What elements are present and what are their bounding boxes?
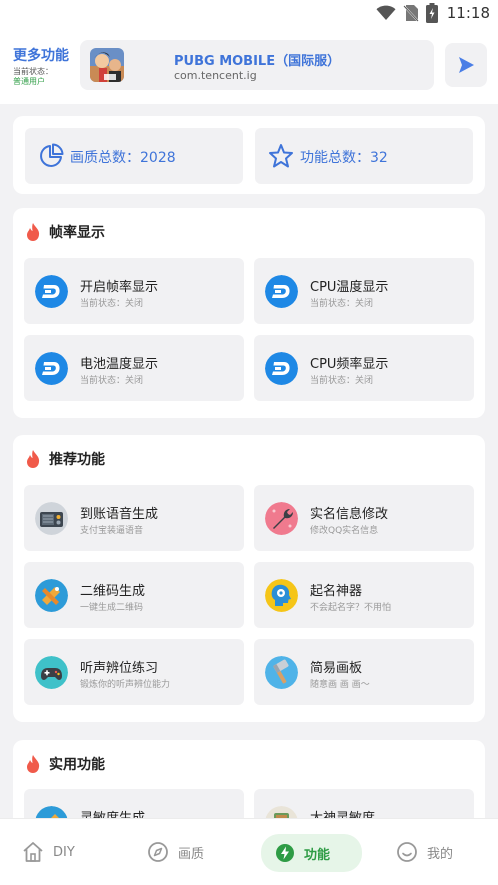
feature-title: 到账语音生成 — [80, 507, 159, 522]
nav-label: DIY — [53, 844, 75, 860]
feature-subtitle: 锻炼你的听声辨位能力 — [80, 680, 171, 690]
counts-card: 画质总数：2028 功能总数：32 — [13, 116, 485, 194]
quality-count-label: 画质总数：2028 — [70, 150, 176, 166]
quality-count-tile: 画质总数：2028 — [25, 128, 243, 184]
feature-tile-fps[interactable]: 开启帧率显示 当前状态：关闭 — [24, 258, 244, 324]
function-count-label: 功能总数：32 — [300, 150, 388, 166]
feature-title: 开启帧率显示 — [80, 280, 159, 295]
launch-game-button[interactable] — [445, 43, 487, 87]
flame-icon — [27, 223, 40, 241]
smile-icon — [397, 842, 417, 862]
bottom-nav: DIY 画质 功能 我的 — [0, 818, 498, 885]
section-recommended: 推荐功能 到账语音生成 支付宝装逼语音 实名信息修改 修改QQ实名信息 二维码生… — [13, 435, 485, 722]
nav-diy[interactable]: DIY — [22, 834, 75, 870]
pie-chart-icon — [40, 143, 64, 167]
nav-profile[interactable]: 我的 — [396, 834, 453, 870]
feature-subtitle: 当前状态：关闭 — [310, 299, 374, 309]
selected-game-card[interactable]: PUBG MOBILE（国际服） com.tencent.ig — [80, 40, 434, 90]
nav-label: 画质 — [178, 846, 205, 862]
head-gear-icon — [265, 579, 298, 612]
section-header: 帧率显示 — [25, 220, 105, 244]
feature-subtitle: 当前状态：关闭 — [310, 376, 374, 386]
feature-tile-cpu-temp[interactable]: CPU温度显示 当前状态：关闭 — [254, 258, 474, 324]
feature-title: 听声辨位练习 — [80, 661, 159, 676]
gamepad-icon — [35, 656, 68, 689]
flame-icon — [27, 450, 40, 468]
home-icon — [23, 842, 43, 862]
hammer-icon — [265, 656, 298, 689]
function-count-tile: 功能总数：32 — [255, 128, 473, 184]
status-bar: 11:18 — [0, 0, 498, 28]
page-title: 更多功能 — [13, 48, 69, 64]
top-bar: 更多功能 当前状态： 普通用户 PUBG MOBILE（国际服） com.ten… — [0, 28, 498, 104]
feature-title: 电池温度显示 — [80, 357, 159, 372]
dash-icon — [265, 352, 298, 385]
nav-functions[interactable]: 功能 — [261, 834, 362, 872]
play-icon — [459, 57, 474, 73]
feature-tile-payment-voice[interactable]: 到账语音生成 支付宝装逼语音 — [24, 485, 244, 551]
game-name: PUBG MOBILE（国际服） — [174, 54, 341, 69]
feature-title: 简易画板 — [310, 661, 363, 676]
no-sim-icon — [403, 5, 419, 22]
feature-title: 二维码生成 — [80, 584, 146, 599]
nav-quality[interactable]: 画质 — [147, 834, 204, 870]
compass-icon — [148, 842, 168, 862]
dash-icon — [265, 275, 298, 308]
feature-subtitle: 当前状态：关闭 — [80, 299, 144, 309]
bolt-icon — [276, 844, 294, 862]
feature-title: CPU温度显示 — [310, 280, 389, 295]
feature-tile-battery-temp[interactable]: 电池温度显示 当前状态：关闭 — [24, 335, 244, 401]
feature-title: 实名信息修改 — [310, 507, 389, 522]
section-header: 推荐功能 — [25, 447, 105, 471]
feature-tile-cpu-freq[interactable]: CPU频率显示 当前状态：关闭 — [254, 335, 474, 401]
feature-tile-sound-locate[interactable]: 听声辨位练习 锻炼你的听声辨位能力 — [24, 639, 244, 705]
battery-icon — [425, 3, 438, 23]
wrench-icon — [265, 502, 298, 535]
dash-icon — [35, 275, 68, 308]
feature-tile-realname-edit[interactable]: 实名信息修改 修改QQ实名信息 — [254, 485, 474, 551]
radio-icon — [35, 502, 68, 535]
feature-subtitle: 支付宝装逼语音 — [80, 526, 144, 536]
section-title: 帧率显示 — [49, 225, 105, 241]
section-header: 实用功能 — [25, 752, 105, 776]
feature-subtitle: 随意画 画 画～ — [310, 680, 370, 690]
feature-subtitle: 当前状态：关闭 — [80, 376, 144, 386]
feature-title: CPU频率显示 — [310, 357, 389, 372]
section-fps: 帧率显示 开启帧率显示 当前状态：关闭 CPU温度显示 当前状态：关闭 电池温度… — [13, 208, 485, 418]
section-title: 推荐功能 — [49, 452, 105, 468]
feature-tile-drawing-board[interactable]: 简易画板 随意画 画 画～ — [254, 639, 474, 705]
tools-icon — [35, 579, 68, 612]
game-icon — [90, 48, 124, 82]
feature-subtitle: 修改QQ实名信息 — [310, 526, 379, 536]
status-time: 11:18 — [446, 4, 490, 22]
nav-label: 功能 — [304, 847, 331, 863]
feature-subtitle: 一键生成二维码 — [80, 603, 144, 613]
wifi-icon — [376, 5, 396, 20]
user-state-value: 普通用户 — [13, 77, 45, 86]
dash-icon — [35, 352, 68, 385]
feature-tile-qrcode[interactable]: 二维码生成 一键生成二维码 — [24, 562, 244, 628]
star-icon — [269, 144, 293, 168]
section-title: 实用功能 — [49, 757, 105, 773]
feature-title: 起名神器 — [310, 584, 363, 599]
feature-subtitle: 不会起名字？不用怕 — [310, 603, 392, 613]
feature-tile-naming[interactable]: 起名神器 不会起名字？不用怕 — [254, 562, 474, 628]
flame-icon — [27, 755, 40, 773]
nav-label: 我的 — [427, 846, 454, 862]
game-package: com.tencent.ig — [174, 69, 257, 82]
